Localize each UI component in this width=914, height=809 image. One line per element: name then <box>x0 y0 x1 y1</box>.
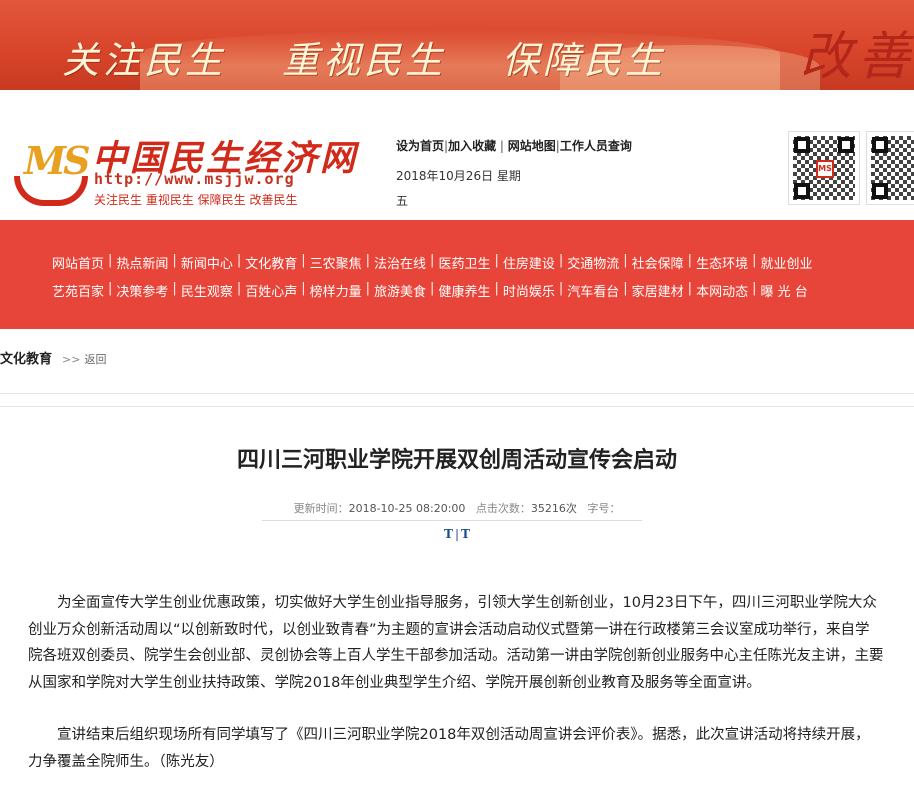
nav-item[interactable]: 榜样力量 <box>310 281 362 300</box>
nav-item[interactable]: 旅游美食 <box>374 281 426 300</box>
article-title: 四川三河职业学院开展双创周活动宣传会启动 <box>236 448 677 473</box>
top-banner: 关注民生 重视民生 保障民生 改善 <box>0 0 914 90</box>
qr-logo: MS <box>816 160 834 178</box>
set-home-link[interactable]: 设为首页 <box>396 139 444 153</box>
nav-item[interactable]: 决策参考 <box>116 281 168 300</box>
hands-graphic <box>14 176 88 206</box>
banner-slogan: 保障民生 <box>502 39 666 82</box>
nav-item[interactable]: 网站首页 <box>52 253 104 272</box>
nav-item[interactable]: 汽车看台 <box>567 281 619 300</box>
nav-item[interactable]: 百姓心声 <box>245 281 297 300</box>
staff-query-link[interactable]: 工作人员查询 <box>560 139 632 153</box>
nav-item[interactable]: 文化教育 <box>245 253 297 272</box>
add-favorite-link[interactable]: 加入收藏 <box>448 139 496 153</box>
click-count-label: 点击次数： <box>475 502 531 515</box>
current-weekday: 五 <box>396 194 409 208</box>
article-meta: 更新时间：2018-10-25 08:20:00 点击次数：35216次 字号： <box>0 500 914 516</box>
banner-slogan: 关注民生 <box>62 39 226 82</box>
current-date: 2018年10月26日 星期 <box>396 169 521 183</box>
nav-row-1: 网站首页 | 热点新闻 | 新闻中心 | 文化教育 | 三农聚焦 | 法治在线 | 医药卫生… <box>52 253 813 272</box>
divider <box>0 393 914 394</box>
nav-item[interactable]: 本网动态 <box>696 281 748 300</box>
nav-item[interactable]: 社会保障 <box>632 253 684 272</box>
back-link[interactable]: 返回 <box>84 353 106 366</box>
qr-code-icon: MS <box>788 131 860 205</box>
update-time-value: 2018-10-25 08:20:00 <box>348 502 466 515</box>
nav-item[interactable]: 三农聚焦 <box>310 253 362 272</box>
font-size-controls: T | T <box>444 527 470 541</box>
font-size-label: 字号： <box>587 502 621 515</box>
nav-item[interactable]: 住房建设 <box>503 253 555 272</box>
article-paragraph: 为全面宣传大学生创业优惠政策，切实做好大学生创业指导服务，引领大学生创新创业，1… <box>28 595 884 691</box>
nav-item[interactable]: 健康养生 <box>438 281 490 300</box>
article-body: 为全面宣传大学生创业优惠政策，切实做好大学生创业指导服务，引领大学生创新创业，1… <box>28 590 884 801</box>
nav-item[interactable]: 家居建材 <box>632 281 684 300</box>
nav-item[interactable]: 医药卫生 <box>438 253 490 272</box>
banner-slogan: 重视民生 <box>282 39 446 82</box>
banner-big-text: 改善 <box>800 27 914 87</box>
nav-item[interactable]: 就业创业 <box>760 253 812 272</box>
nav-item[interactable]: 法治在线 <box>374 253 426 272</box>
banner-slogans: 关注民生 重视民生 保障民生 <box>62 30 666 84</box>
click-count-value: 35216次 <box>530 502 577 515</box>
nav-item[interactable]: 交通物流 <box>567 253 619 272</box>
nav-item[interactable]: 新闻中心 <box>181 253 233 272</box>
nav-item[interactable]: 热点新闻 <box>116 253 168 272</box>
breadcrumb-section[interactable]: 文化教育 <box>0 352 52 367</box>
site-tagline: 关注民生 重视民生 保障民生 改善民生 <box>94 193 298 207</box>
font-size-small-button[interactable]: T <box>461 527 470 541</box>
site-logo[interactable]: MS 中国民生经济网 http://www.msjjw.org 关注民生 重视民… <box>8 130 355 210</box>
nav-item[interactable]: 艺苑百家 <box>52 281 104 300</box>
nav-row-2: 艺苑百家 | 决策参考 | 民生观察 | 百姓心声 | 榜样力量 | 旅游美食 | 健康养生… <box>52 281 808 300</box>
main-nav: 网站首页 | 热点新闻 | 新闻中心 | 文化教育 | 三农聚焦 | 法治在线 | 医药卫生… <box>0 220 914 329</box>
nav-item[interactable]: 生态环境 <box>696 253 748 272</box>
site-header: MS 中国民生经济网 http://www.msjjw.org 关注民生 重视民… <box>0 90 914 220</box>
meta-divider <box>262 520 642 521</box>
site-url: http://www.msjjw.org <box>94 170 295 188</box>
nav-item[interactable]: 民生观察 <box>181 281 233 300</box>
top-links: 设为首页|加入收藏 | 网站地图|工作人员查询 <box>396 139 632 153</box>
article-paragraph: 宣讲结束后组织现场所有同学填写了《四川三河职业学院2018年双创活动周宣讲会评价… <box>28 727 870 770</box>
breadcrumb: 文化教育 >> 返回 <box>0 348 106 367</box>
font-size-large-button[interactable]: T <box>444 527 453 541</box>
breadcrumb-arrows: >> <box>62 353 81 366</box>
sitemap-link[interactable]: 网站地图 <box>508 139 556 153</box>
qr-code-icon <box>866 131 914 205</box>
nav-item[interactable]: 时尚娱乐 <box>503 281 555 300</box>
nav-item[interactable]: 曝 光 台 <box>760 281 807 300</box>
update-time-label: 更新时间： <box>293 502 349 515</box>
ms-emblem-icon: MS <box>10 134 92 208</box>
